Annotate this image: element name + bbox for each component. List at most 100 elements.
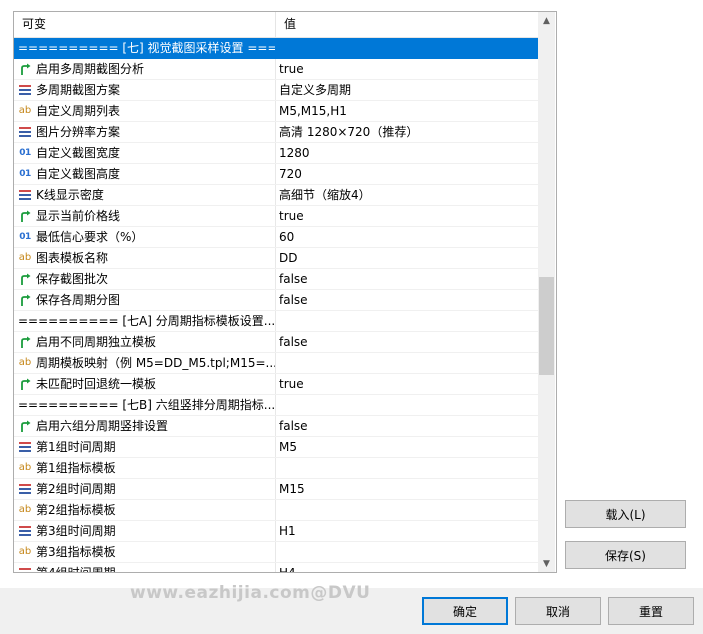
parameter-value-cell[interactable]: false [277,290,538,310]
parameter-name-label: 第2组时间周期 [36,482,116,496]
parameter-row[interactable]: 多周期截图方案 自定义多周期 [14,80,538,101]
parameter-value-cell[interactable]: 高清 1280×720（推荐） [277,122,538,142]
section-header-row[interactable]: ========== [七] 视觉截图采样设置 ===... [14,38,538,59]
reset-button[interactable]: 重置 [608,597,694,625]
parameter-name-cell[interactable]: 未匹配时回退统一模板 [14,374,276,394]
column-header-name[interactable]: 可变 [14,12,276,37]
parameter-rows: ========== [七] 视觉截图采样设置 ===... 启用多周期截图分析 t… [14,38,538,572]
load-button[interactable]: 载入(L) [565,500,686,528]
parameter-value-cell[interactable]: M5 [277,437,538,457]
parameter-value-cell[interactable]: true [277,206,538,226]
parameter-value-cell[interactable] [277,353,538,373]
column-header-value[interactable]: 值 [276,12,538,37]
parameter-name-cell[interactable]: 图片分辨率方案 [14,122,276,142]
parameter-name-cell[interactable]: 启用不同周期独立模板 [14,332,276,352]
parameter-value-cell[interactable]: true [277,374,538,394]
parameter-row[interactable]: 图片分辨率方案 高清 1280×720（推荐） [14,122,538,143]
parameter-name-label: 第3组时间周期 [36,524,116,538]
parameter-name-label: 启用六组分周期竖排设置 [36,419,169,433]
parameter-value-cell[interactable] [277,542,538,562]
integer-icon: 01 [19,232,31,242]
parameter-name-cell[interactable]: 启用六组分周期竖排设置 [14,416,276,436]
parameter-row[interactable]: 启用多周期截图分析 true [14,59,538,80]
parameter-name-cell[interactable]: 第4组时间周期 [14,563,276,572]
parameter-row[interactable]: 第3组时间周期 H1 [14,521,538,542]
parameter-name-cell[interactable]: 启用多周期截图分析 [14,59,276,79]
parameter-name-cell[interactable]: ab 第3组指标模板 [14,542,276,562]
parameter-row[interactable]: 启用不同周期独立模板 false [14,332,538,353]
parameter-value-cell[interactable]: M5,M15,H1 [277,101,538,121]
parameter-name-cell[interactable]: 01 最低信心要求（%） [14,227,276,247]
parameter-row[interactable]: 第1组时间周期 M5 [14,437,538,458]
parameter-name-cell[interactable]: ========== [七] 视觉截图采样设置 ===... [14,38,276,58]
parameter-row[interactable]: ab 第1组指标模板 [14,458,538,479]
parameter-value-cell[interactable]: true [277,59,538,79]
parameter-value-cell[interactable] [277,395,538,415]
parameter-row[interactable]: ab 第2组指标模板 [14,500,538,521]
parameter-name-cell[interactable]: ========== [七A] 分周期指标模板设置... [14,311,276,331]
parameter-name-cell[interactable]: 多周期截图方案 [14,80,276,100]
parameter-name-cell[interactable]: 第3组时间周期 [14,521,276,541]
parameter-name-cell[interactable]: 保存截图批次 [14,269,276,289]
parameter-name-cell[interactable]: ab 图表模板名称 [14,248,276,268]
parameter-name-cell[interactable]: ab 周期模板映射（例 M5=DD_M5.tpl;M15=... [14,353,276,373]
parameter-value-cell[interactable] [277,311,538,331]
parameter-value-cell[interactable]: H1 [277,521,538,541]
scrollbar-thumb[interactable] [539,277,554,375]
parameter-row[interactable]: 保存截图批次 false [14,269,538,290]
parameter-row[interactable]: 未匹配时回退统一模板 true [14,374,538,395]
enum-icon [18,482,32,496]
parameter-value-cell[interactable] [277,38,538,58]
parameter-name-cell[interactable]: K线显示密度 [14,185,276,205]
parameter-name-label: 第2组指标模板 [36,503,116,517]
scroll-up-arrow-icon[interactable]: ▲ [538,12,555,29]
parameter-value-cell[interactable]: 自定义多周期 [277,80,538,100]
parameter-value-cell[interactable]: H4 [277,563,538,572]
cancel-button[interactable]: 取消 [515,597,601,625]
enum-icon [18,125,32,139]
parameter-name-cell[interactable]: ========== [七B] 六组竖排分周期指标... [14,395,276,415]
parameter-value-cell[interactable]: M15 [277,479,538,499]
parameter-name-cell[interactable]: ab 第1组指标模板 [14,458,276,478]
parameter-value-cell[interactable]: 1280 [277,143,538,163]
parameter-name-cell[interactable]: 保存各周期分图 [14,290,276,310]
parameter-row[interactable]: 显示当前价格线 true [14,206,538,227]
parameter-row[interactable]: 第4组时间周期 H4 [14,563,538,572]
bool-icon [18,62,32,76]
parameter-name-cell[interactable]: 01 自定义截图宽度 [14,143,276,163]
parameter-value-cell[interactable]: 高细节（缩放4） [277,185,538,205]
parameter-row[interactable]: ab 第3组指标模板 [14,542,538,563]
parameter-row[interactable]: 01 自定义截图宽度 1280 [14,143,538,164]
parameter-row[interactable]: ab 图表模板名称 DD [14,248,538,269]
parameter-value-cell[interactable]: 60 [277,227,538,247]
parameter-row[interactable]: K线显示密度 高细节（缩放4） [14,185,538,206]
parameter-row[interactable]: 第2组时间周期 M15 [14,479,538,500]
parameter-value-cell[interactable]: 720 [277,164,538,184]
parameter-name-cell[interactable]: 第2组时间周期 [14,479,276,499]
ok-button[interactable]: 确定 [422,597,508,625]
section-header-row[interactable]: ========== [七A] 分周期指标模板设置... [14,311,538,332]
parameter-name-label: ========== [七B] 六组竖排分周期指标... [18,398,276,412]
parameter-value-cell[interactable]: false [277,332,538,352]
parameter-value-cell[interactable] [277,500,538,520]
section-header-row[interactable]: ========== [七B] 六组竖排分周期指标... [14,395,538,416]
parameter-value-cell[interactable] [277,458,538,478]
parameter-name-cell[interactable]: 第1组时间周期 [14,437,276,457]
vertical-scrollbar[interactable]: ▲ ▼ [538,12,555,572]
parameter-value-cell[interactable]: DD [277,248,538,268]
parameter-row[interactable]: 01 最低信心要求（%） 60 [14,227,538,248]
parameter-name-cell[interactable]: ab 第2组指标模板 [14,500,276,520]
parameter-value-cell[interactable]: false [277,416,538,436]
save-button[interactable]: 保存(S) [565,541,686,569]
parameter-row[interactable]: ab 周期模板映射（例 M5=DD_M5.tpl;M15=... [14,353,538,374]
parameter-name-cell[interactable]: 01 自定义截图高度 [14,164,276,184]
parameter-name-cell[interactable]: ab 自定义周期列表 [14,101,276,121]
scroll-down-arrow-icon[interactable]: ▼ [538,555,555,572]
parameter-value-cell[interactable]: false [277,269,538,289]
parameter-row[interactable]: 启用六组分周期竖排设置 false [14,416,538,437]
parameter-row[interactable]: 保存各周期分图 false [14,290,538,311]
parameter-name-label: 保存截图批次 [36,272,109,286]
parameter-name-cell[interactable]: 显示当前价格线 [14,206,276,226]
parameter-row[interactable]: ab 自定义周期列表 M5,M15,H1 [14,101,538,122]
parameter-row[interactable]: 01 自定义截图高度 720 [14,164,538,185]
